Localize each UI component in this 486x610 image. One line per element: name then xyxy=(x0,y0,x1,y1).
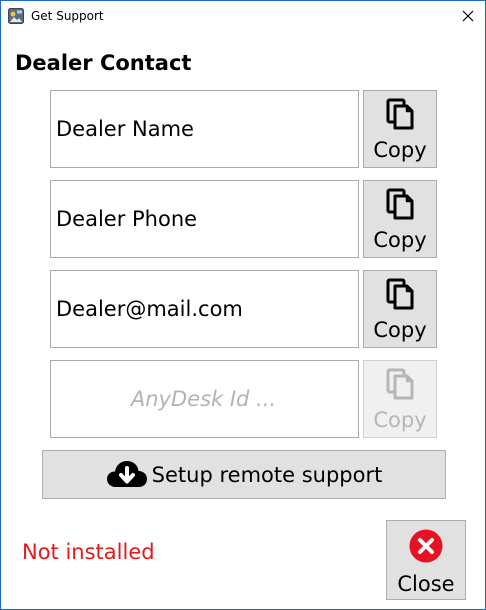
get-support-window: Get Support Dealer Contact Copy xyxy=(0,0,486,610)
dealer-phone-field[interactable] xyxy=(50,180,359,258)
copy-dealer-phone-button[interactable]: Copy xyxy=(363,180,437,258)
setup-remote-support-label: Setup remote support xyxy=(151,462,383,487)
close-button-label: Close xyxy=(397,572,455,596)
copy-button-label: Copy xyxy=(373,318,427,342)
copy-button-label: Copy xyxy=(373,408,427,432)
window-title: Get Support xyxy=(31,9,104,23)
dealer-name-field[interactable] xyxy=(50,90,359,168)
copy-button-label: Copy xyxy=(373,228,427,252)
copy-icon xyxy=(384,187,416,225)
dealer-contact-heading: Dealer Contact xyxy=(15,51,192,75)
copy-dealer-email-button[interactable]: Copy xyxy=(363,270,437,348)
copy-icon xyxy=(384,277,416,315)
dealer-name-input[interactable] xyxy=(56,117,351,141)
copy-anydesk-id-button[interactable]: Copy xyxy=(363,360,437,438)
window-close-icon[interactable] xyxy=(451,1,485,31)
copy-dealer-name-button[interactable]: Copy xyxy=(363,90,437,168)
dealer-phone-input[interactable] xyxy=(56,207,351,231)
title-bar[interactable]: Get Support xyxy=(1,1,485,31)
copy-icon xyxy=(384,97,416,135)
dealer-email-input[interactable] xyxy=(56,297,351,321)
dealer-email-field[interactable] xyxy=(50,270,359,348)
cloud-download-icon xyxy=(106,459,148,491)
anydesk-id-field[interactable] xyxy=(50,360,359,438)
copy-icon xyxy=(384,367,416,405)
copy-button-label: Copy xyxy=(373,138,427,162)
install-status-text: Not installed xyxy=(22,540,155,564)
close-button[interactable]: Close xyxy=(386,520,466,600)
anydesk-id-input[interactable] xyxy=(56,387,351,411)
app-icon xyxy=(8,8,24,24)
setup-remote-support-button[interactable]: Setup remote support xyxy=(42,450,446,499)
close-circle-icon xyxy=(409,529,443,567)
